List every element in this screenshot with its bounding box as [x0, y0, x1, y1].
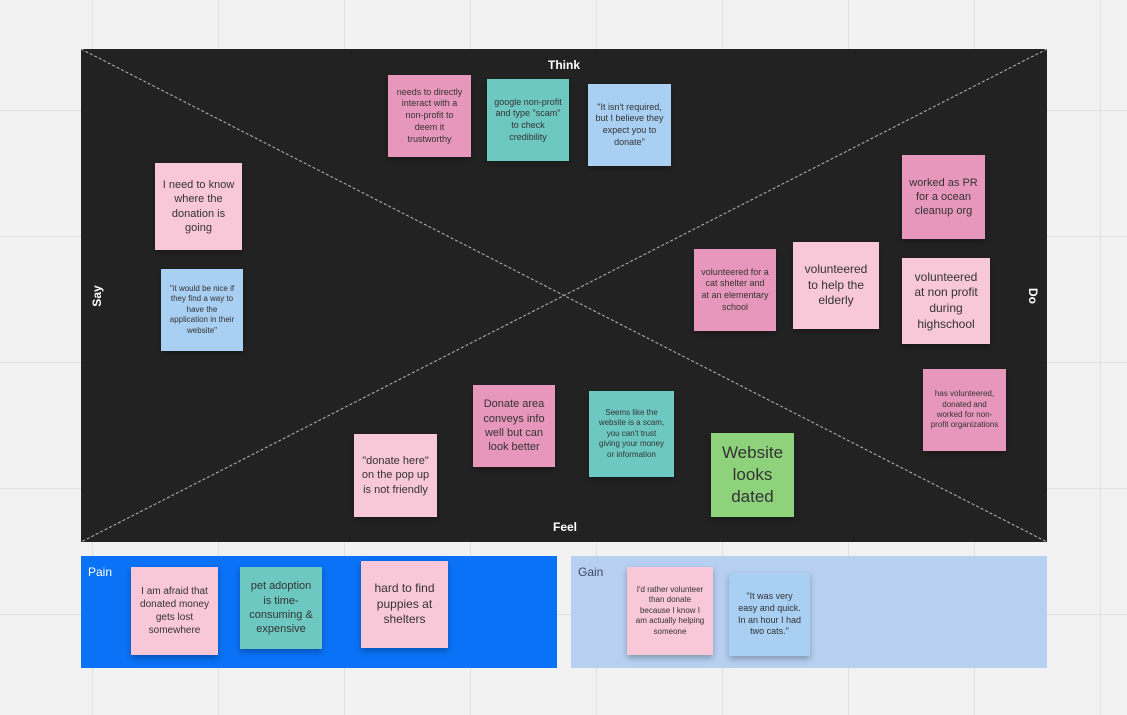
sticky-note[interactable]: "It isn't required, but I believe they e…: [588, 84, 671, 166]
think-label: Think: [548, 58, 580, 72]
sticky-note[interactable]: volunteered at non profit during highsch…: [902, 258, 990, 344]
gain-label: Gain: [578, 565, 604, 579]
sticky-note[interactable]: Seems like the website is a scam, you ca…: [589, 391, 674, 477]
sticky-note[interactable]: volunteered for a cat shelter and at an …: [694, 249, 776, 331]
do-label: Do: [1026, 288, 1040, 304]
sticky-note[interactable]: pet adoption is time-consuming & expensi…: [240, 567, 322, 649]
sticky-note[interactable]: I am afraid that donated money gets lost…: [131, 567, 218, 655]
say-label: Say: [90, 285, 104, 307]
feel-label: Feel: [553, 520, 578, 534]
sticky-note[interactable]: I'd rather volunteer than donate because…: [627, 567, 713, 655]
sticky-note[interactable]: I need to know where the donation is goi…: [155, 163, 242, 250]
sticky-note[interactable]: needs to directly interact with a non-pr…: [388, 75, 471, 157]
pain-label: Pain: [88, 565, 113, 579]
sticky-note[interactable]: Website looks dated: [711, 433, 794, 517]
sticky-note[interactable]: "It was very easy and quick. In an hour …: [729, 573, 810, 656]
sticky-note[interactable]: "donate here" on the pop up is not frien…: [354, 434, 437, 517]
sticky-note[interactable]: google non-profit and type "scam" to che…: [487, 79, 569, 161]
sticky-note[interactable]: has volunteered, donated and worked for …: [923, 369, 1006, 451]
sticky-note[interactable]: worked as PR for a ocean cleanup org: [902, 155, 985, 239]
sticky-note[interactable]: Donate area conveys info well but can lo…: [473, 385, 555, 467]
sticky-note[interactable]: hard to find puppies at shelters: [361, 561, 448, 648]
sticky-note[interactable]: volunteered to help the elderly: [793, 242, 879, 329]
sticky-note[interactable]: "it would be nice if they find a way to …: [161, 269, 243, 351]
